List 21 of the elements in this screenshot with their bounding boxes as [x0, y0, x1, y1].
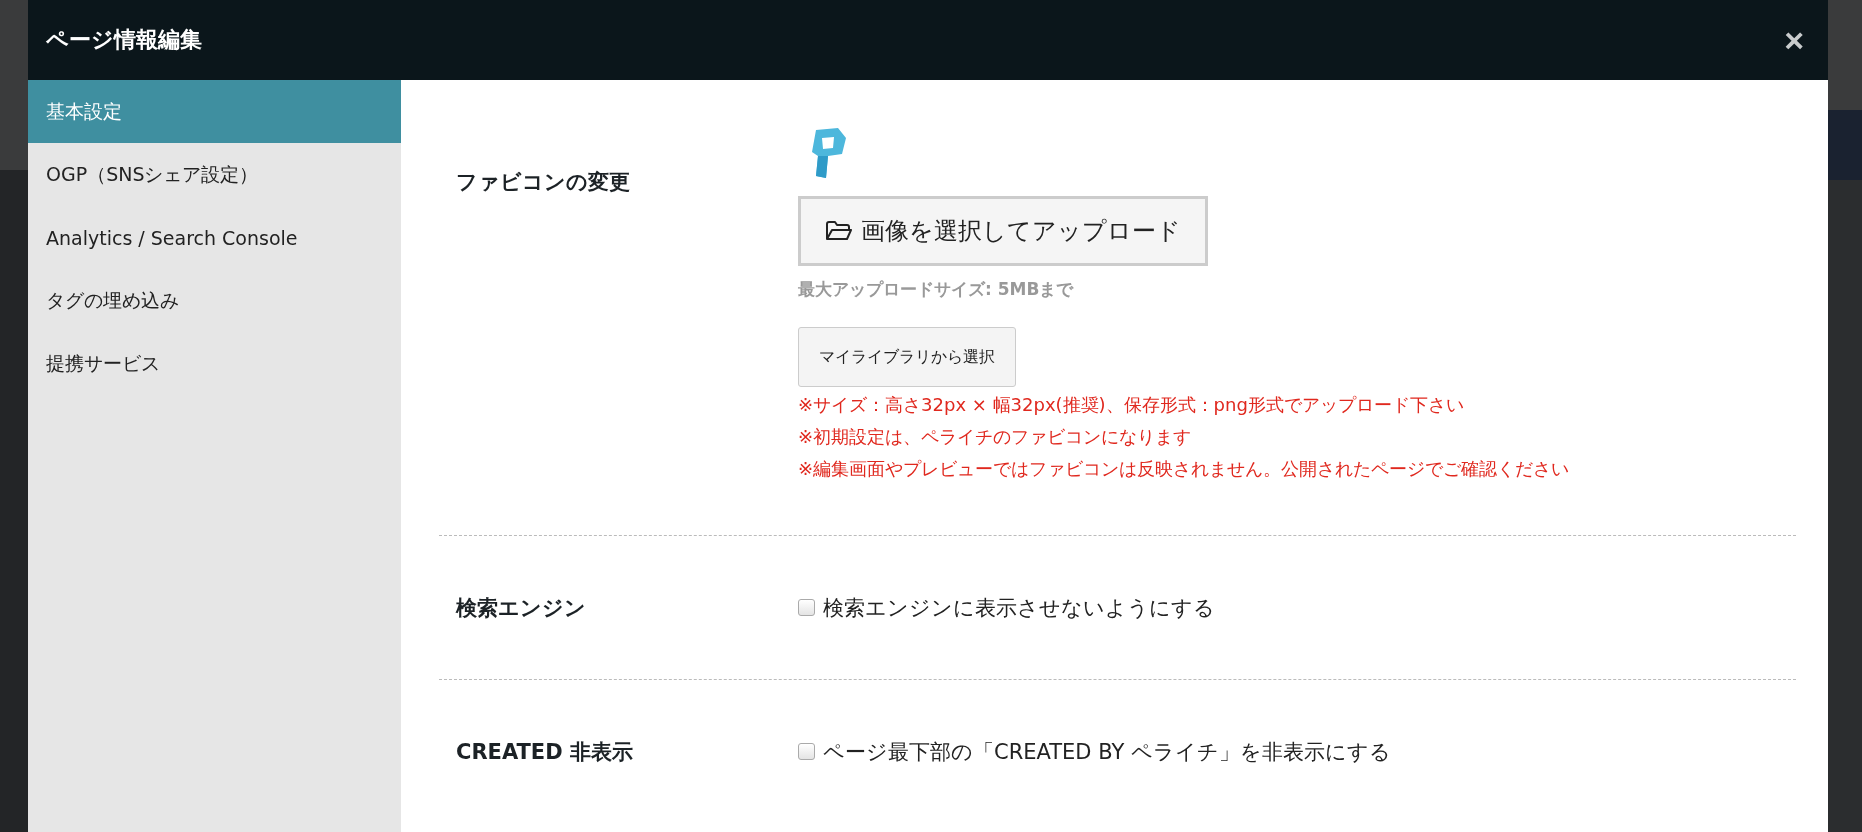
note-text: ※サイズ：高さ32px × 幅32px(推奨)、保存形式：png形式でアップロード下さい [798, 393, 1464, 417]
sidebar-item[interactable]: OGP（SNSシェア設定） [28, 143, 401, 206]
note-text: ※初期設定は、ペライチのファビコンになります [798, 425, 1192, 449]
max-size-text: 最大アップロードサイズ: 5MBまで [798, 278, 1074, 301]
note-text: ※編集画面やプレビューではファビコンは反映されません。公開されたページでご確認ください [798, 457, 1570, 481]
sidebar-item[interactable]: 提携サービス [28, 332, 401, 395]
modal-title: ページ情報編集 [46, 26, 202, 54]
checkbox-label: 検索エンジンに表示させないようにする [823, 594, 1215, 622]
sidebar-item[interactable]: Analytics / Search Console [28, 206, 401, 269]
folder-icon [825, 220, 853, 242]
sidebar-item[interactable]: タグの埋め込み [28, 269, 401, 332]
checkbox[interactable] [798, 743, 815, 760]
section-label: CREATED 非表示 [455, 738, 634, 766]
sidebar-item[interactable]: 基本設定 [28, 80, 401, 143]
section-label: 検索エンジン [454, 594, 587, 622]
section-label: ファビコンの変更 [455, 169, 631, 196]
library-button[interactable]: マイライブラリから選択 [798, 327, 1016, 387]
checkbox[interactable] [798, 599, 815, 616]
upload-button[interactable]: 画像を選択してアップロード [798, 196, 1208, 266]
checkbox-label: ページ最下部の「CREATED BY ペライチ」を非表示にする [823, 738, 1391, 766]
close-button[interactable]: × [1778, 23, 1810, 57]
